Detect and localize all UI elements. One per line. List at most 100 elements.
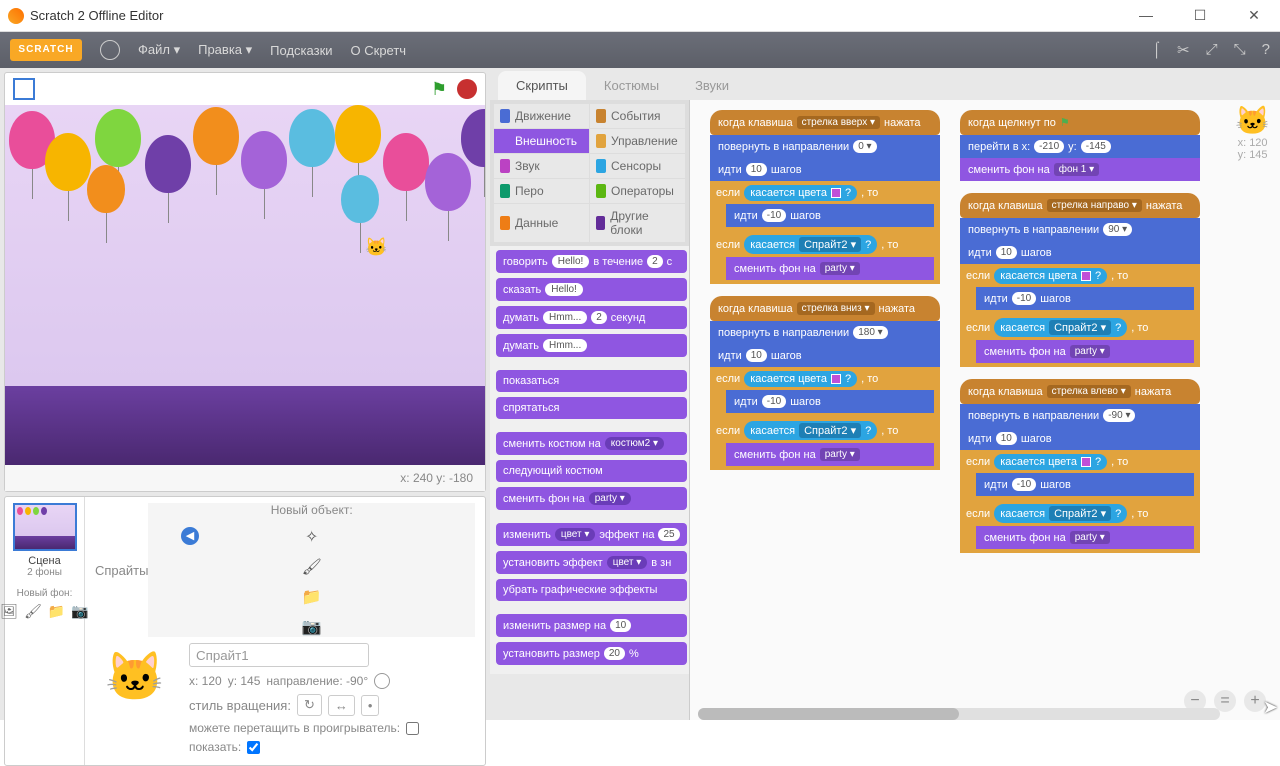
indicator-x: x: 120 bbox=[1235, 137, 1270, 149]
script-stack-down[interactable]: когда клавишастрелка вниз ▾нажата поверн… bbox=[710, 296, 940, 470]
block-set-size[interactable]: установить размер20% bbox=[496, 642, 687, 665]
block-say[interactable]: сказатьHello! bbox=[496, 278, 687, 301]
category-operators[interactable]: Операторы bbox=[590, 179, 685, 203]
stage-coords: x: 240 y: -180 bbox=[5, 465, 485, 491]
rotation-none[interactable]: • bbox=[361, 695, 380, 716]
block-set-effect[interactable]: установить эффектцвет ▾в зн bbox=[496, 551, 687, 574]
fullscreen-icon[interactable] bbox=[13, 78, 35, 100]
sprite-x: x: 120 bbox=[189, 674, 222, 688]
menu-about[interactable]: О Скретч bbox=[351, 43, 407, 58]
window-titlebar: Scratch 2 Offline Editor — ☐ ✕ bbox=[0, 0, 1280, 32]
script-stack-up[interactable]: когда клавишастрелка вверх ▾нажата повер… bbox=[710, 110, 940, 284]
help-icon[interactable]: ? bbox=[1262, 41, 1270, 59]
block-change-size[interactable]: изменить размер на10 bbox=[496, 614, 687, 637]
sprite-panel: Сцена 2 фоны Новый фон: 🖼 🖌 📁 📷 Спрайты … bbox=[4, 496, 486, 766]
direction-dial[interactable] bbox=[374, 673, 390, 689]
draggable-checkbox[interactable] bbox=[406, 722, 419, 735]
category-pen[interactable]: Перо bbox=[494, 179, 589, 203]
backdrop-paint-icon[interactable]: 🖌 bbox=[24, 603, 42, 620]
sprite-list: Спрайты Новый объект: ✧ 🖌 📁 📷 ◀ 🐱 bbox=[85, 497, 485, 765]
close-button[interactable]: ✕ bbox=[1236, 7, 1272, 24]
stage-thumbnail[interactable] bbox=[13, 503, 77, 551]
block-think[interactable]: думатьHmm... bbox=[496, 334, 687, 357]
block-next-costume[interactable]: следующий костюм bbox=[496, 460, 687, 482]
language-icon[interactable] bbox=[100, 40, 120, 60]
main-area: ⚑ 🐱 x: 240 y: -180 Сцена 2 фоны Новый фо… bbox=[0, 68, 1280, 720]
green-flag-icon[interactable]: ⚑ bbox=[431, 79, 451, 99]
script-stack-left[interactable]: когда клавишастрелка влево ▾нажата повер… bbox=[960, 379, 1200, 553]
sprite-thumbnail[interactable]: 🐱 bbox=[95, 643, 175, 713]
grow-icon[interactable]: ⤢ bbox=[1206, 41, 1218, 59]
minimize-button[interactable]: — bbox=[1128, 7, 1164, 24]
stage-panel: ⚑ 🐱 x: 240 y: -180 bbox=[4, 72, 486, 492]
stage-selector[interactable]: Сцена 2 фоны Новый фон: 🖼 🖌 📁 📷 bbox=[5, 497, 85, 765]
menu-file[interactable]: Файл ▾ bbox=[138, 42, 180, 58]
shrink-icon[interactable]: ⤡ bbox=[1234, 41, 1246, 59]
block-clear-effects[interactable]: убрать графические эффекты bbox=[496, 579, 687, 601]
sprite-indicator: 🐱 x: 120 y: 145 bbox=[1235, 104, 1270, 161]
stop-icon[interactable] bbox=[457, 79, 477, 99]
sprite-paint-icon[interactable]: 🖌 bbox=[302, 557, 322, 577]
right-panel: Скрипты Костюмы Звуки Движение События В… bbox=[490, 68, 1280, 720]
block-show[interactable]: показаться bbox=[496, 370, 687, 392]
rotation-all[interactable]: ↻ bbox=[297, 694, 322, 716]
script-stack-right[interactable]: когда клавишастрелка направо ▾нажата пов… bbox=[960, 193, 1200, 367]
rotation-label: стиль вращения: bbox=[189, 698, 291, 713]
backdrop-library-icon[interactable]: 🖼 bbox=[0, 603, 18, 620]
stage-label: Сцена bbox=[11, 555, 78, 567]
left-panel: ⚑ 🐱 x: 240 y: -180 Сцена 2 фоны Новый фо… bbox=[0, 68, 490, 720]
block-change-effect[interactable]: изменитьцвет ▾эффект на25 bbox=[496, 523, 687, 546]
show-label: показать: bbox=[189, 740, 241, 754]
app-icon bbox=[8, 8, 24, 24]
new-sprite-label: Новый объект: bbox=[271, 503, 353, 517]
category-looks[interactable]: Внешность bbox=[494, 129, 589, 153]
sprite-upload-icon[interactable]: 📁 bbox=[302, 587, 322, 607]
sprite-on-stage[interactable]: 🐱 bbox=[365, 237, 387, 258]
rotation-leftright[interactable]: ↔ bbox=[328, 695, 355, 716]
menubar: SCRATCH Файл ▾ Правка ▾ Подсказки О Скре… bbox=[0, 32, 1280, 68]
sprites-header: Спрайты bbox=[95, 563, 148, 578]
block-think-for[interactable]: думатьHmm...2секунд bbox=[496, 306, 687, 329]
show-checkbox[interactable] bbox=[247, 741, 260, 754]
cursor-icon: ➤ bbox=[1263, 697, 1278, 718]
stage-backdrop-count: 2 фоны bbox=[11, 567, 78, 578]
menu-tips[interactable]: Подсказки bbox=[270, 43, 332, 58]
block-switch-costume[interactable]: сменить костюм накостюм2 ▾ bbox=[496, 432, 687, 455]
category-more[interactable]: Другие блоки bbox=[590, 204, 685, 242]
sprite-name-input[interactable] bbox=[189, 643, 369, 667]
tab-costumes[interactable]: Костюмы bbox=[586, 71, 677, 100]
category-data[interactable]: Данные bbox=[494, 204, 589, 242]
sprite-library-icon[interactable]: ✧ bbox=[305, 527, 318, 547]
sprite-direction: направление: -90° bbox=[266, 674, 368, 688]
category-events[interactable]: События bbox=[590, 104, 685, 128]
category-motion[interactable]: Движение bbox=[494, 104, 589, 128]
category-sound[interactable]: Звук bbox=[494, 154, 589, 178]
window-controls: — ☐ ✕ bbox=[1128, 7, 1272, 24]
block-switch-backdrop[interactable]: сменить фон наparty ▾ bbox=[496, 487, 687, 510]
sprite-camera-icon[interactable]: 📷 bbox=[302, 617, 322, 637]
backdrop-upload-icon[interactable]: 📁 bbox=[48, 603, 65, 620]
horizontal-scrollbar[interactable] bbox=[698, 708, 1220, 720]
tabs: Скрипты Костюмы Звуки bbox=[490, 68, 1280, 100]
block-palette: Движение События Внешность Управление Зв… bbox=[490, 100, 690, 720]
tab-scripts[interactable]: Скрипты bbox=[498, 71, 586, 100]
new-backdrop-label: Новый фон: bbox=[11, 588, 78, 599]
scratch-logo[interactable]: SCRATCH bbox=[10, 39, 82, 61]
block-say-for[interactable]: говоритьHello!в течение2с bbox=[496, 250, 687, 273]
category-sensing[interactable]: Сенсоры bbox=[590, 154, 685, 178]
sprite-y: y: 145 bbox=[228, 674, 261, 688]
stamp-icon[interactable]: ⌠ bbox=[1152, 41, 1161, 59]
script-area[interactable]: 🐱 x: 120 y: 145 когда клавишастрелка вве… bbox=[690, 100, 1280, 720]
sprite-info-toggle[interactable]: ◀ bbox=[181, 527, 199, 545]
stage[interactable]: 🐱 bbox=[5, 105, 485, 465]
block-hide[interactable]: спрятаться bbox=[496, 397, 687, 419]
draggable-label: можете перетащить в проигрыватель: bbox=[189, 721, 400, 735]
tab-sounds[interactable]: Звуки bbox=[677, 71, 747, 100]
window-title: Scratch 2 Offline Editor bbox=[30, 8, 1128, 23]
cat-icon: 🐱 bbox=[1235, 104, 1270, 137]
script-stack-flag[interactable]: когда щелкнут по⚑ перейти в x:-210y:-145… bbox=[960, 110, 1200, 181]
menu-edit[interactable]: Правка ▾ bbox=[198, 42, 252, 58]
maximize-button[interactable]: ☐ bbox=[1182, 7, 1218, 24]
category-control[interactable]: Управление bbox=[590, 129, 685, 153]
cut-icon[interactable]: ✂ bbox=[1177, 41, 1190, 59]
